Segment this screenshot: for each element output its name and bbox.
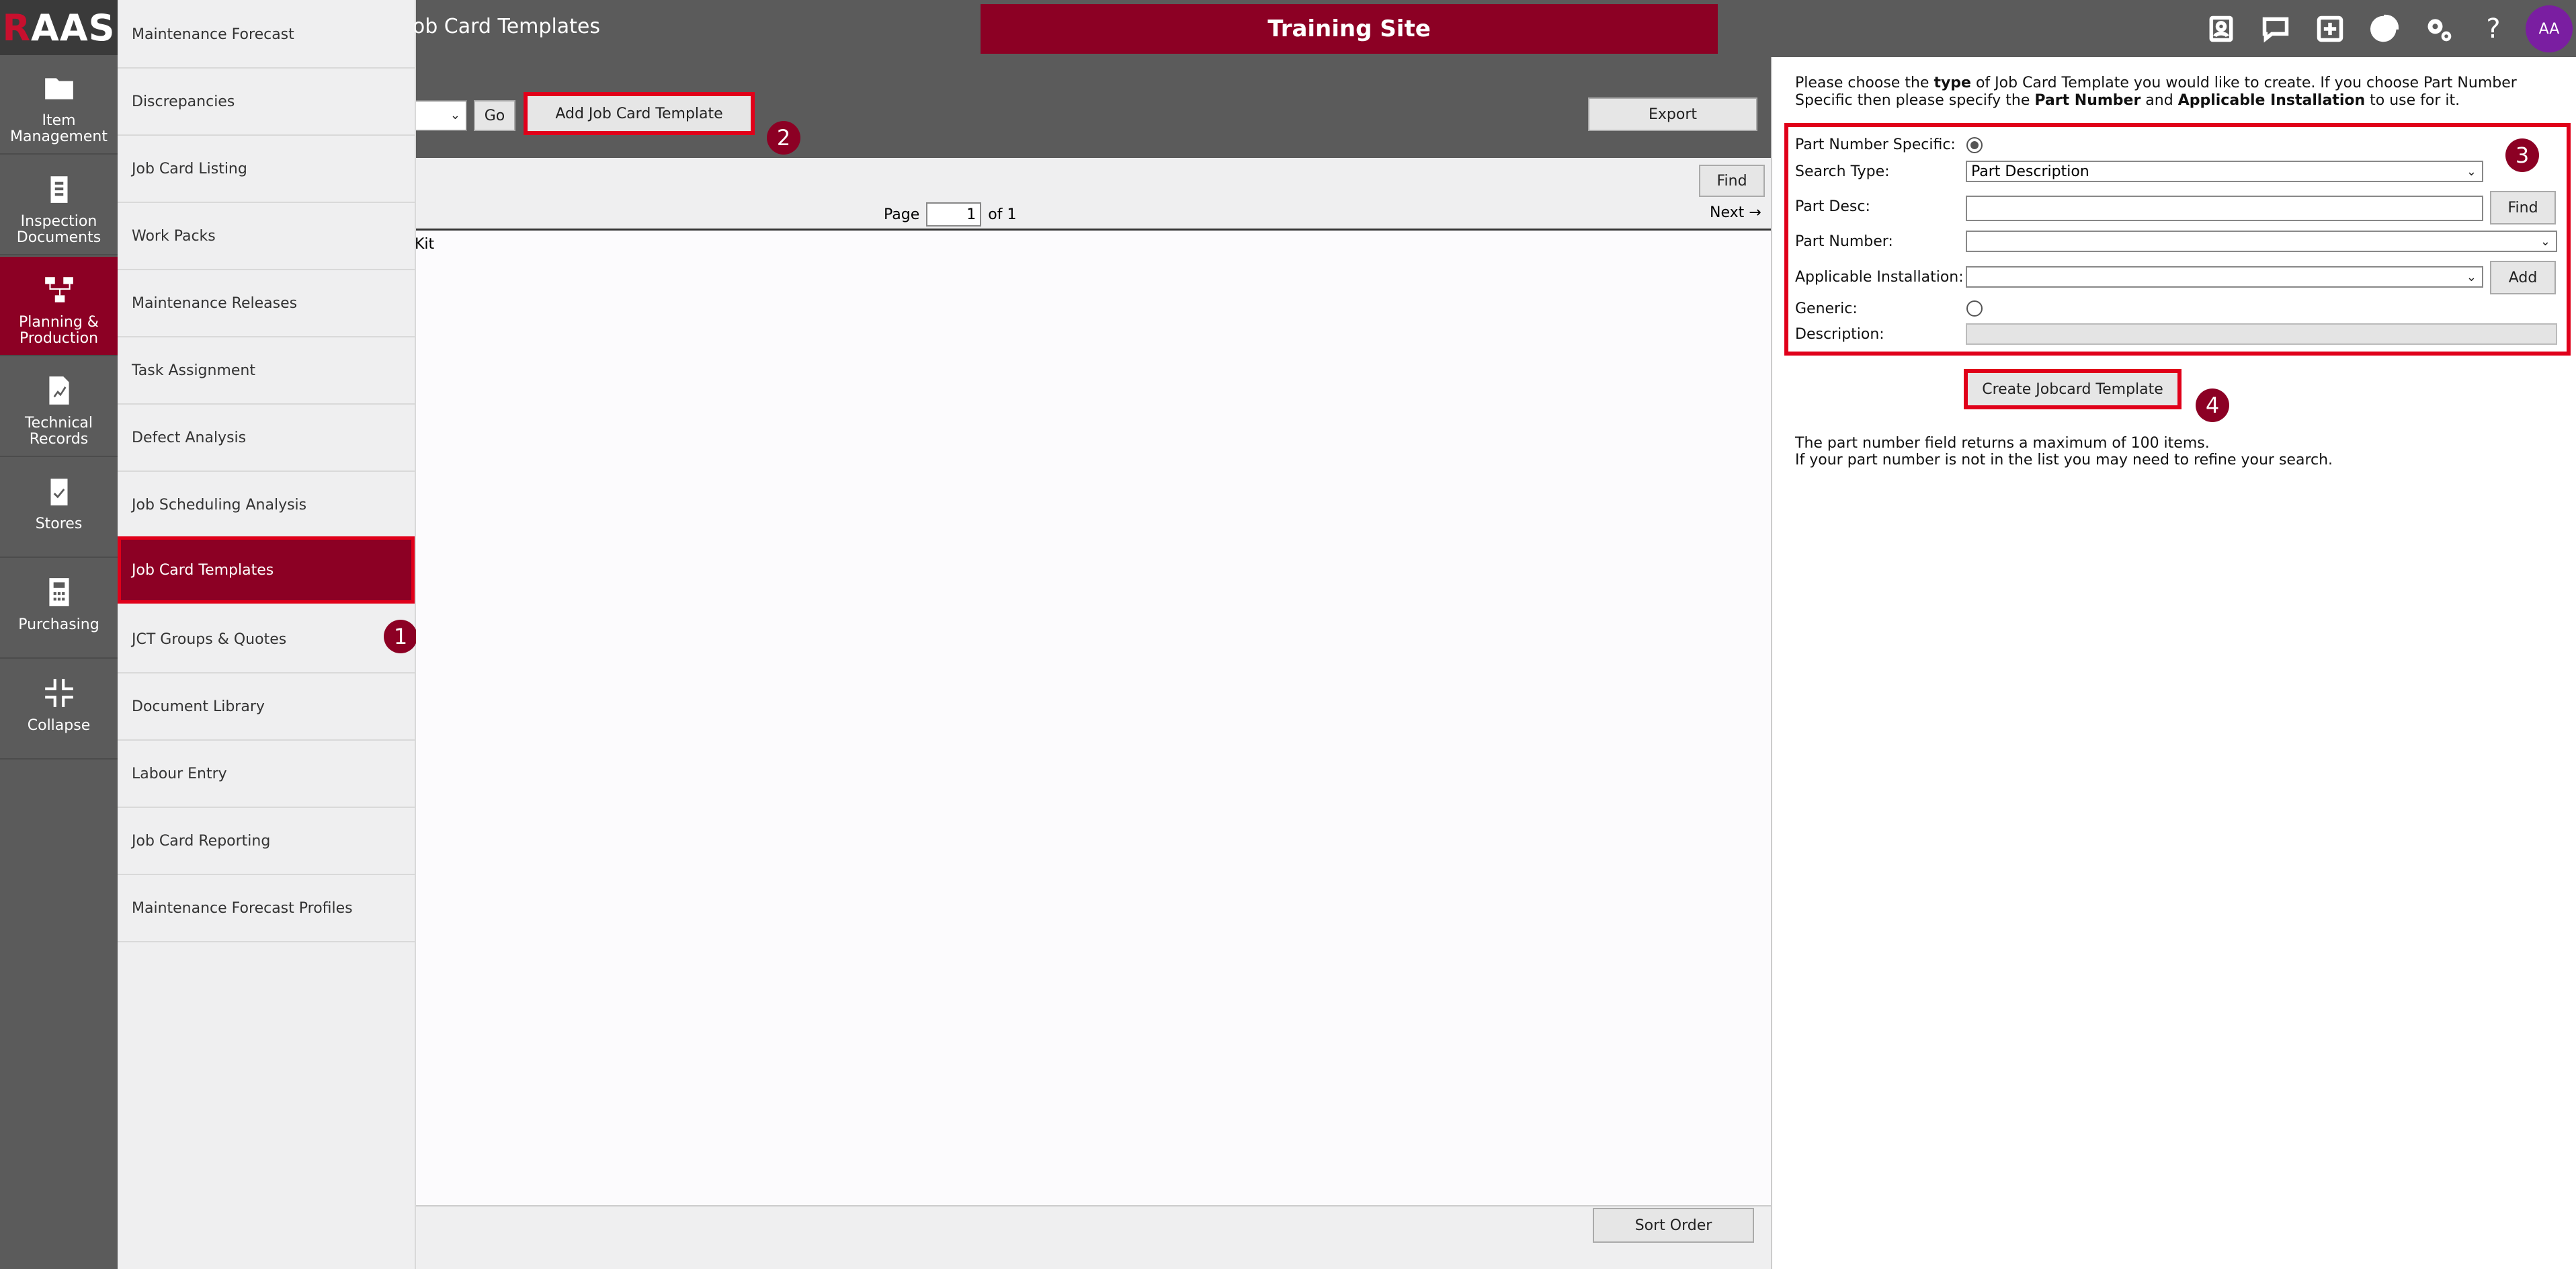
next-page-link[interactable]: Next → (1710, 204, 1761, 221)
part-number-specific-radio[interactable] (1966, 137, 1983, 153)
rail-inspection-documents[interactable]: Inspection Documents (0, 156, 118, 255)
list-header (416, 158, 1771, 231)
submenu-labour-entry[interactable]: Labour Entry (118, 741, 415, 808)
filter-select[interactable]: ⌄ (416, 100, 467, 131)
submenu-panel: Maintenance Forecast Discrepancies Job C… (118, 0, 416, 1269)
step-badge-4: 4 (2196, 388, 2229, 422)
submenu-job-card-templates[interactable]: Job Card Templates (118, 536, 415, 604)
part-desc-input[interactable] (1966, 196, 2483, 221)
applicable-installation-select[interactable]: ⌄ (1966, 266, 2483, 288)
rail-planning-production[interactable]: Planning & Production (0, 257, 118, 356)
add-icon[interactable] (2308, 7, 2352, 51)
description-input[interactable] (1966, 323, 2557, 345)
part-number-select[interactable]: ⌄ (1966, 231, 2557, 252)
label-part-number-specific: Part Number Specific: (1795, 136, 1956, 153)
chevron-down-icon: ⌄ (2466, 165, 2477, 179)
submenu-task-assignment[interactable]: Task Assignment (118, 337, 415, 405)
submenu-job-card-reporting[interactable]: Job Card Reporting (118, 808, 415, 875)
generic-radio[interactable] (1966, 300, 1983, 317)
go-button[interactable]: Go (474, 100, 515, 131)
list-find-button[interactable]: Find (1699, 165, 1765, 197)
submenu-maintenance-forecast-profiles[interactable]: Maintenance Forecast Profiles (118, 875, 415, 942)
search-type-select[interactable]: Part Description ⌄ (1966, 161, 2483, 182)
page-input[interactable]: 1 (926, 202, 982, 227)
list-body (416, 231, 1771, 1205)
rail-collapse[interactable]: Collapse (0, 660, 118, 760)
site-banner: Training Site (981, 4, 1718, 54)
step-badge-2: 2 (767, 121, 800, 155)
submenu-document-library[interactable]: Document Library (118, 673, 415, 741)
collapse-icon (44, 679, 73, 707)
calculator-icon (48, 578, 69, 606)
rail-stores[interactable]: Stores (0, 458, 118, 558)
app-logo[interactable]: R AAS (0, 0, 118, 55)
page-title: Job Card Templates (415, 15, 601, 38)
step-badge-3: 3 (2505, 138, 2539, 172)
help-icon[interactable]: ? (2471, 7, 2516, 51)
pie-chart-icon[interactable] (2362, 7, 2407, 51)
sort-order-button[interactable]: Sort Order (1593, 1208, 1754, 1243)
label-part-desc: Part Desc: (1795, 198, 1870, 215)
panel-intro: Please choose the type of Job Card Templ… (1795, 75, 2517, 109)
submenu-defect-analysis[interactable]: Defect Analysis (118, 405, 415, 472)
settings-icon[interactable] (2417, 7, 2461, 51)
chevron-down-icon: ⌄ (2466, 270, 2477, 284)
label-description: Description: (1795, 326, 1884, 343)
user-avatar[interactable]: AA (2526, 5, 2573, 52)
submenu-discrepancies[interactable]: Discrepancies (118, 69, 415, 136)
label-part-number: Part Number: (1795, 233, 1893, 250)
column-header-fragment: Kit (416, 236, 435, 253)
folder-icon (44, 78, 73, 99)
workflow-icon (44, 277, 73, 302)
chat-icon[interactable] (2253, 7, 2298, 51)
rail-purchasing[interactable]: Purchasing (0, 559, 118, 659)
submenu-job-card-listing[interactable]: Job Card Listing (118, 136, 415, 203)
label-generic: Generic: (1795, 300, 1858, 317)
chevron-down-icon: ⌄ (2540, 235, 2550, 249)
chart-document-icon (48, 376, 69, 405)
export-button[interactable]: Export (1588, 97, 1757, 131)
list-footer (416, 1205, 1771, 1269)
rail-technical-records[interactable]: Technical Records (0, 358, 118, 457)
panel-note: The part number field returns a maximum … (1795, 435, 2333, 468)
submenu-maintenance-releases[interactable]: Maintenance Releases (118, 270, 415, 337)
label-search-type: Search Type: (1795, 163, 1890, 180)
clipboard-icon (50, 176, 67, 203)
create-jobcard-template-button[interactable]: Create Jobcard Template (1964, 369, 2182, 409)
submenu-jct-groups-quotes[interactable]: JCT Groups & Quotes (118, 606, 415, 673)
contact-card-icon[interactable] (2199, 7, 2243, 51)
clipboard-check-icon (50, 479, 67, 505)
add-installation-button[interactable]: Add (2490, 261, 2556, 294)
submenu-job-scheduling-analysis[interactable]: Job Scheduling Analysis (118, 472, 415, 539)
label-applicable-installation: Applicable Installation: (1795, 269, 1964, 286)
pagination: Page 1 of 1 (884, 202, 1016, 227)
submenu-work-packs[interactable]: Work Packs (118, 203, 415, 270)
rail-item-management[interactable]: Item Management (0, 55, 118, 155)
part-find-button[interactable]: Find (2490, 191, 2556, 224)
add-job-card-template-button[interactable]: Add Job Card Template (524, 92, 755, 135)
step-badge-1: 1 (384, 620, 417, 653)
submenu-maintenance-forecast[interactable]: Maintenance Forecast (118, 1, 415, 69)
